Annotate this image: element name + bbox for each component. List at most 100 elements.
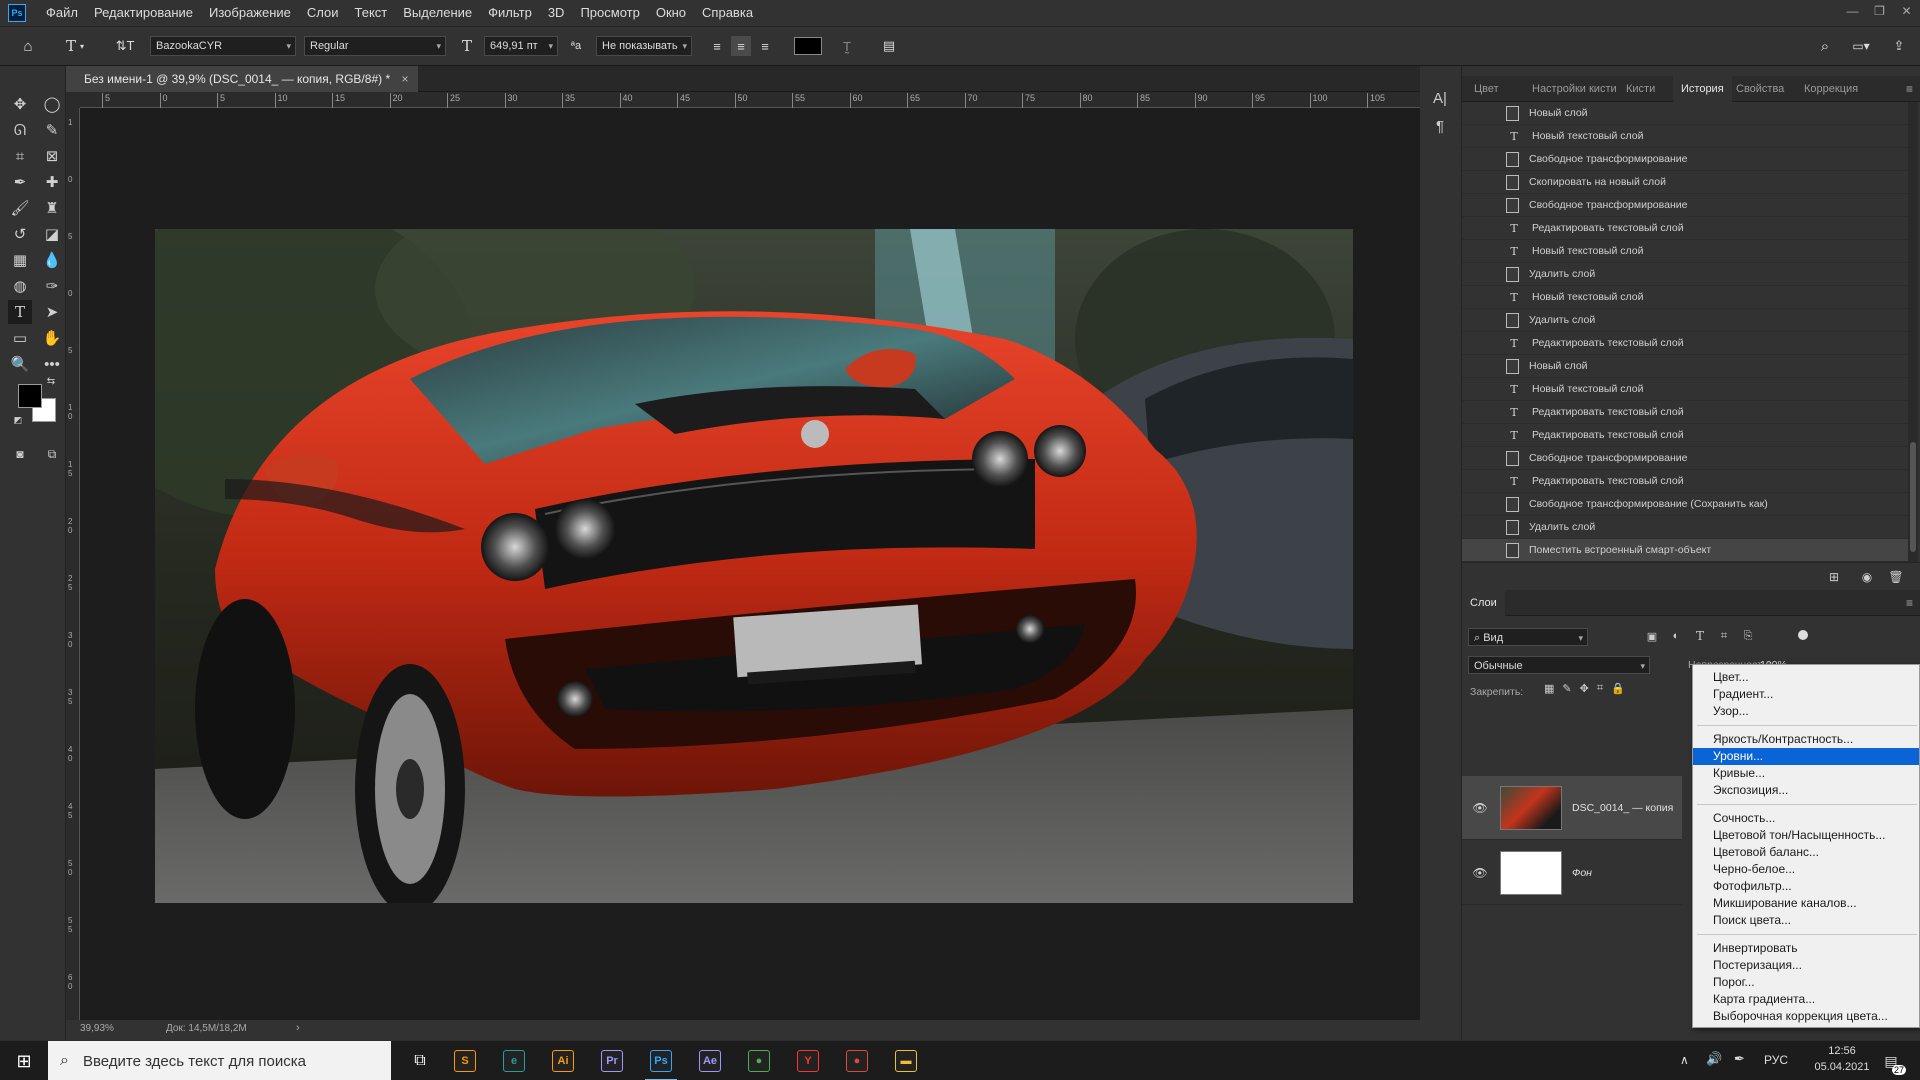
menu-item[interactable]: Постеризация... (1693, 957, 1919, 974)
taskbar-app-after[interactable]: Ae (690, 1045, 730, 1077)
menu-item[interactable]: 3D (540, 0, 573, 26)
close-icon[interactable]: ✕ (1893, 0, 1920, 22)
taskbar-app-edge[interactable]: e (494, 1045, 534, 1077)
default-colors-icon[interactable]: ◩ (12, 414, 24, 426)
menu-item[interactable]: Сочность... (1693, 810, 1919, 827)
menu-item[interactable]: Карта градиента... (1693, 991, 1919, 1008)
dodge-tool-icon[interactable]: ◍ (8, 274, 32, 298)
align-right-icon[interactable]: ≡ (755, 36, 775, 56)
menu-item[interactable]: Градиент... (1693, 686, 1919, 703)
menu-item[interactable]: Яркость/Контрастность... (1693, 731, 1919, 748)
text-orientation-icon[interactable]: ⇅T (114, 36, 136, 56)
history-item[interactable]: T Новый текстовый слой (1462, 240, 1908, 263)
foreground-color-swatch[interactable] (18, 384, 42, 408)
clock[interactable]: 12:56 05.04.2021 (1812, 1045, 1872, 1073)
taskbar-app-yandex[interactable]: Y (788, 1045, 828, 1077)
blur-tool-icon[interactable]: 💧 (40, 248, 64, 272)
status-arrow-icon[interactable]: › (296, 1022, 300, 1034)
quick-select-tool-icon[interactable]: ✎ (40, 118, 64, 142)
swap-colors-icon[interactable]: ⇆ (44, 374, 58, 388)
history-item[interactable]: T Новый текстовый слой (1462, 125, 1908, 148)
restore-icon[interactable]: ❐ (1866, 0, 1893, 22)
document-tab[interactable]: Без имени-1 @ 39,9% (DSC_0014_ — копия, … (66, 66, 419, 92)
move-tool-icon[interactable]: ✥ (8, 92, 32, 116)
align-center-icon[interactable]: ≡ (731, 36, 751, 56)
rectangle-tool-icon[interactable]: ▭ (8, 326, 32, 350)
lasso-tool-icon[interactable]: ᘏ (8, 118, 32, 142)
minimize-icon[interactable]: — (1839, 0, 1866, 22)
lock-transparent-icon[interactable]: ▦ (1544, 682, 1554, 695)
eyedropper-tool-icon[interactable]: ✒ (8, 170, 32, 194)
trash-icon[interactable]: 🗑 (1886, 567, 1906, 587)
menu-item[interactable]: Текст (347, 0, 396, 26)
quick-mask-icon[interactable]: ◙ (8, 442, 32, 466)
filter-adjustment-icon[interactable]: ◐ (1668, 628, 1684, 644)
menu-item[interactable]: Порог... (1693, 974, 1919, 991)
taskbar-app-illustrator[interactable]: Ai (543, 1045, 583, 1077)
layer-filter-select[interactable]: ⌕ Вид ▾ (1468, 628, 1588, 646)
visibility-eye-icon[interactable]: 👁 (1470, 866, 1490, 880)
history-item[interactable]: T Редактировать текстовый слой (1462, 217, 1908, 240)
taskbar-search[interactable]: ⌕ Введите здесь текст для поиска (48, 1041, 391, 1080)
menu-item[interactable]: Редактирование (86, 0, 201, 26)
volume-icon[interactable]: 🔊 (1706, 1051, 1722, 1067)
panel-tab[interactable]: Цвет (1466, 76, 1507, 102)
taskbar-app-explorer[interactable]: ▬ (886, 1045, 926, 1077)
clone-stamp-tool-icon[interactable]: ♜ (40, 196, 64, 220)
history-item[interactable]: T Редактировать текстовый слой (1462, 401, 1908, 424)
history-item[interactable]: T Новый текстовый слой (1462, 286, 1908, 309)
history-item[interactable]: Скопировать на новый слой (1462, 171, 1908, 194)
layer-row[interactable]: 👁 DSC_0014_ — копия (1462, 776, 1682, 840)
history-item[interactable]: Новый слой (1462, 355, 1908, 378)
visibility-eye-icon[interactable]: 👁 (1470, 801, 1490, 815)
menu-item[interactable]: Микширование каналов... (1693, 895, 1919, 912)
menu-item[interactable]: Просмотр (572, 0, 647, 26)
blend-mode-select[interactable]: Обычные ▾ (1468, 656, 1650, 674)
menu-item[interactable]: Цветовой баланс... (1693, 844, 1919, 861)
menu-item[interactable]: Файл (38, 0, 86, 26)
menu-item[interactable]: Фильтр (480, 0, 540, 26)
taskbar-app-sublime[interactable]: S (445, 1045, 485, 1077)
font-style-select[interactable]: Regular ▾ (304, 36, 446, 56)
filter-pixel-icon[interactable]: ▣ (1644, 628, 1660, 644)
type-tool-icon[interactable]: T (8, 300, 32, 324)
panel-menu-icon[interactable]: ≡ (1906, 596, 1913, 610)
scrollbar-thumb[interactable] (1910, 442, 1916, 552)
screen-mode-icon[interactable]: ⧉ (40, 442, 64, 466)
notifications-icon[interactable]: ▤ 27 (1876, 1047, 1906, 1075)
filter-toggle[interactable] (1798, 630, 1808, 640)
car-photo-image[interactable] (155, 229, 1353, 903)
history-brush-tool-icon[interactable]: ↺ (8, 222, 32, 246)
frame-tool-icon[interactable]: ⊠ (40, 144, 64, 168)
menu-item[interactable]: Кривые... (1693, 765, 1919, 782)
menu-item[interactable]: Справка (694, 0, 761, 26)
filter-smart-object-icon[interactable]: ⎘ (1740, 628, 1756, 644)
history-item[interactable]: Новый слой (1462, 102, 1908, 125)
show-hidden-icons-icon[interactable]: ∧ (1680, 1053, 1689, 1067)
new-document-from-state-icon[interactable]: ⊞ (1824, 567, 1844, 587)
taskbar-app-premiere[interactable]: Pr (592, 1045, 632, 1077)
menu-item[interactable]: Цветовой тон/Насыщенность... (1693, 827, 1919, 844)
history-item[interactable]: T Редактировать текстовый слой (1462, 424, 1908, 447)
tab-layers[interactable]: Слои (1462, 590, 1505, 616)
history-item[interactable]: Свободное трансформирование (1462, 447, 1908, 470)
hand-tool-icon[interactable]: ✋ (40, 326, 64, 350)
marquee-tool-icon[interactable]: ◯ (40, 92, 64, 116)
home-icon[interactable]: ⌂ (16, 36, 40, 56)
snapshot-icon[interactable]: ◉ (1857, 567, 1877, 587)
history-item[interactable]: Удалить слой (1462, 263, 1908, 286)
zoom-level[interactable]: 39,93% (80, 1023, 114, 1034)
menu-item[interactable]: Узор... (1693, 703, 1919, 720)
pen-tool-icon[interactable]: ✑ (40, 274, 64, 298)
panel-tab[interactable]: Настройки кисти (1524, 76, 1625, 102)
type-tool-preset-icon[interactable]: T ▾ (60, 36, 90, 56)
font-family-select[interactable]: BazookaCYR ▾ (150, 36, 296, 56)
font-size-select[interactable]: 649,91 пт ▾ (484, 36, 558, 56)
menu-item[interactable]: Черно-белое... (1693, 861, 1919, 878)
lock-artboard-icon[interactable]: ⌗ (1597, 682, 1603, 695)
menu-item[interactable]: Окно (648, 0, 694, 26)
menu-item[interactable]: Выделение (395, 0, 480, 26)
panel-tab[interactable]: История (1673, 76, 1732, 102)
align-left-icon[interactable]: ≡ (707, 36, 727, 56)
history-item[interactable]: T Новый текстовый слой (1462, 378, 1908, 401)
